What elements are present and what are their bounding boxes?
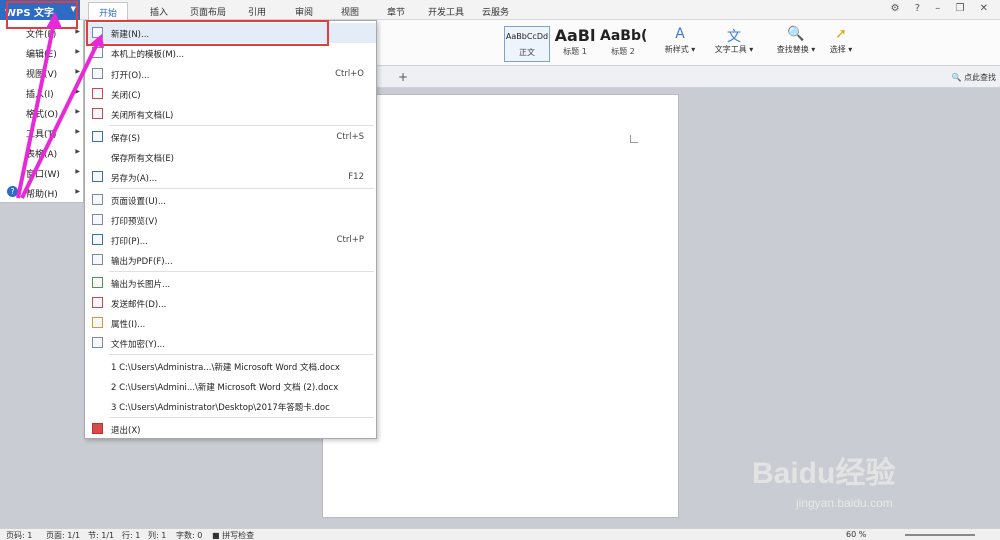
spellcheck-toggle[interactable]: ■ 拼写检查	[212, 530, 254, 540]
status-pages: 页面: 1/1	[46, 531, 81, 540]
status-section: 节: 1/1	[88, 531, 115, 540]
status-page-number: 页码: 1	[6, 531, 33, 540]
zoom-slider[interactable]	[905, 534, 975, 536]
watermark-brand: Baidu经验	[752, 457, 896, 490]
status-row: 行: 1	[122, 531, 141, 540]
arrowhead	[46, 12, 62, 28]
status-column: 列: 1	[148, 531, 167, 540]
status-word-count: 字数: 0	[176, 531, 203, 540]
baidu-watermark: Baidu经验 jingyan.baidu.com	[752, 430, 952, 520]
watermark-url: jingyan.baidu.com	[796, 496, 893, 510]
arrowhead	[90, 34, 104, 48]
zoom-level[interactable]: 60 %	[846, 530, 866, 539]
status-bar: 页码: 1 页面: 1/1 节: 1/1 行: 1 列: 1 字数: 0 ■ 拼…	[0, 528, 1000, 540]
spellcheck-label: 拼写检查	[222, 531, 255, 540]
